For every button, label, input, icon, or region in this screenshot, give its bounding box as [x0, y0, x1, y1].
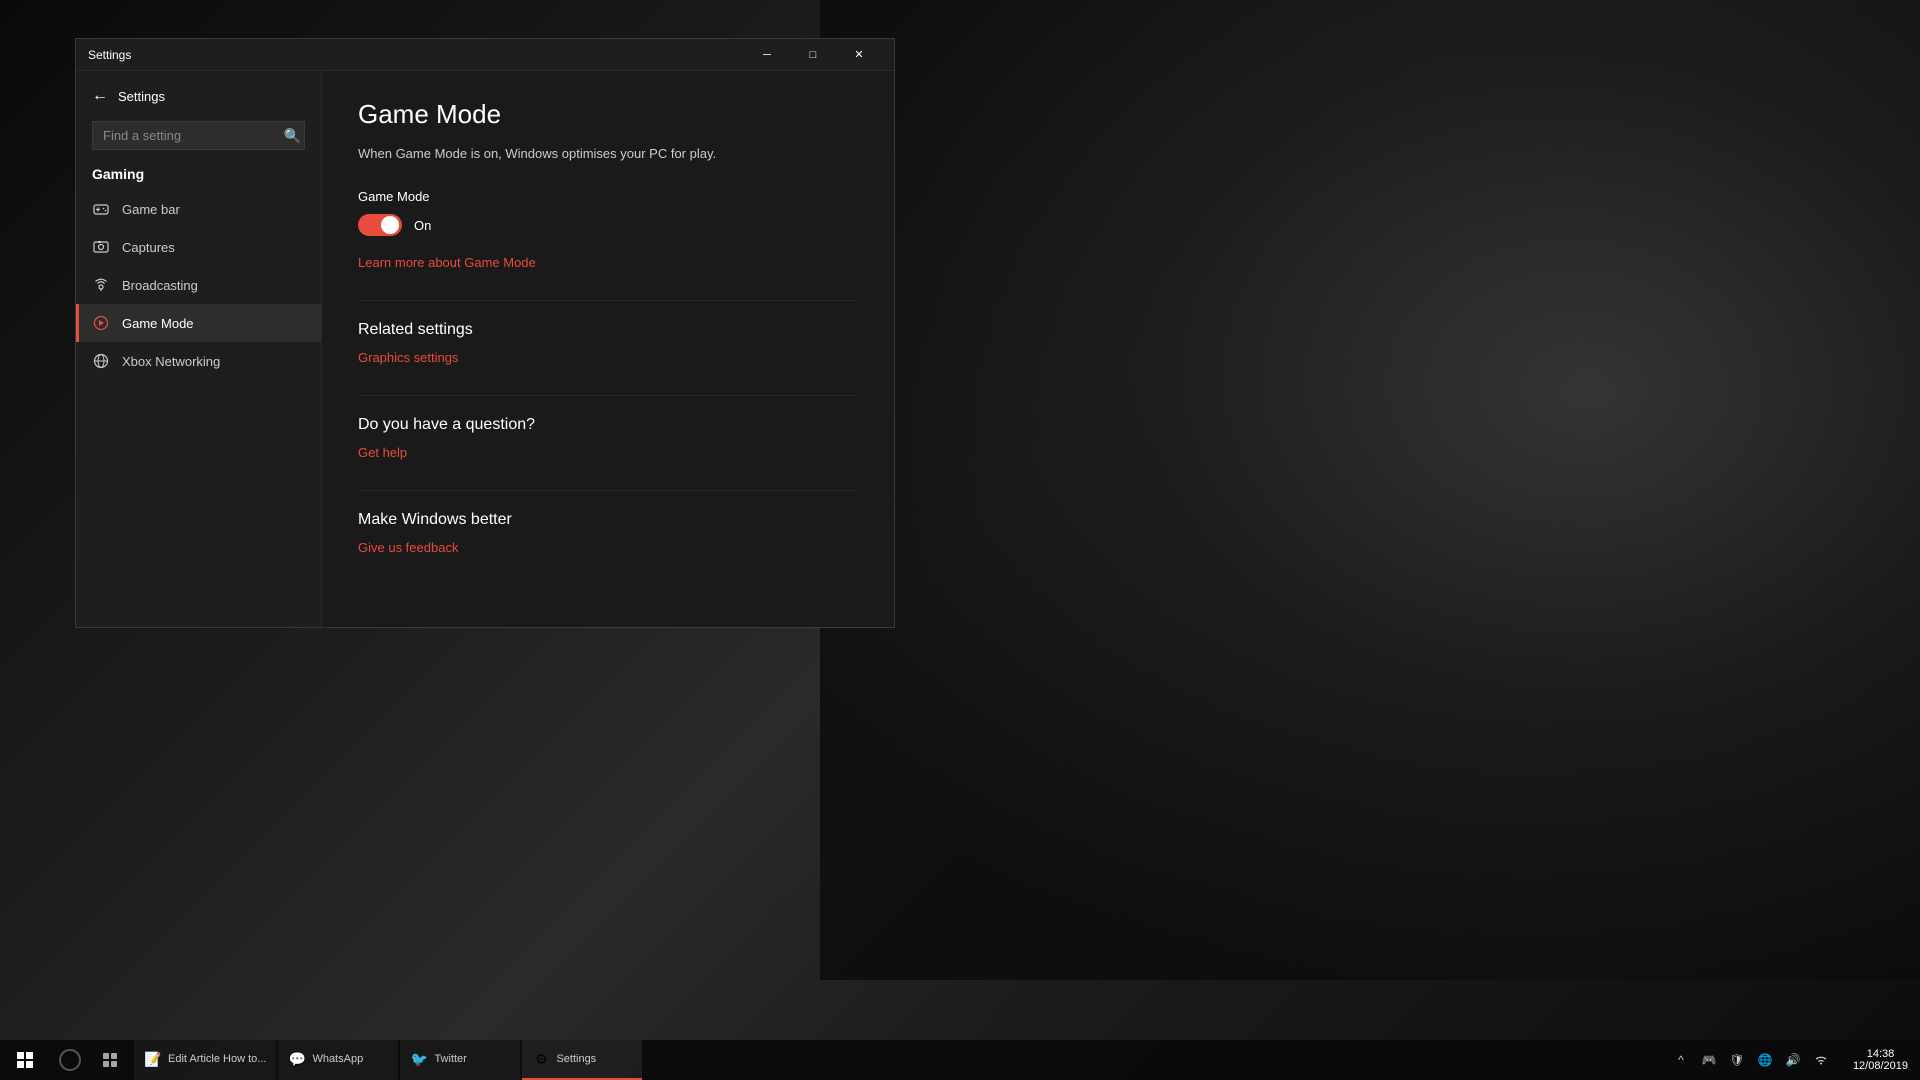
taskbar-app-whatsapp[interactable]: 💬 WhatsApp [278, 1040, 398, 1080]
sidebar-item-captures[interactable]: Captures [76, 228, 321, 266]
search-icon[interactable]: 🔍 [284, 127, 301, 144]
start-button[interactable] [0, 1040, 50, 1080]
tray-network-icon[interactable]: 🌐 [1753, 1040, 1777, 1080]
taskbar: 📝 Edit Article How to... 💬 WhatsApp 🐦 Tw… [0, 1040, 1920, 1080]
sidebar: ← Settings 🔍 Gaming [76, 71, 321, 627]
settings-icon: ⚙ [532, 1050, 550, 1068]
sidebar-home-label: Settings [118, 89, 165, 104]
back-arrow-icon: ← [92, 87, 108, 105]
minimize-button[interactable]: ─ [744, 39, 790, 71]
sidebar-section-label: Gaming [76, 158, 321, 190]
taskbar-app-twitter-label: Twitter [434, 1053, 466, 1065]
divider-1 [358, 300, 858, 301]
clock-time: 14:38 [1867, 1048, 1895, 1060]
taskbar-app-edit-article-label: Edit Article How to... [168, 1053, 266, 1065]
toggle-on-label: On [414, 218, 431, 233]
game-mode-label: Game Mode [358, 189, 858, 204]
page-subtitle: When Game Mode is on, Windows optimises … [358, 146, 858, 161]
search-input[interactable] [92, 121, 305, 150]
captures-icon [92, 238, 110, 256]
maximize-button[interactable]: □ [790, 39, 836, 71]
taskbar-app-edit-article[interactable]: 📝 Edit Article How to... [134, 1040, 276, 1080]
taskbar-app-twitter[interactable]: 🐦 Twitter [400, 1040, 520, 1080]
tray-xbox-icon[interactable]: 🎮 [1697, 1040, 1721, 1080]
taskbar-app-settings-label: Settings [556, 1053, 596, 1065]
settings-window: Settings ─ □ ✕ ← Settings 🔍 Gaming [75, 38, 895, 628]
page-title: Game Mode [358, 99, 858, 130]
broadcasting-icon [92, 276, 110, 294]
cortana-button[interactable] [50, 1040, 90, 1080]
sidebar-item-game-bar[interactable]: Game bar [76, 190, 321, 228]
cortana-circle-icon [59, 1049, 81, 1071]
question-group: Do you have a question? Get help [358, 416, 858, 462]
tray-security-icon[interactable]: 🛡 [1725, 1040, 1749, 1080]
game-mode-icon [92, 314, 110, 332]
sidebar-item-game-bar-label: Game bar [122, 202, 180, 217]
toggle-row: On [358, 214, 858, 236]
main-content: Game Mode When Game Mode is on, Windows … [321, 71, 894, 627]
tray-wifi-icon[interactable] [1809, 1040, 1833, 1080]
tray-chevron[interactable]: ^ [1669, 1040, 1693, 1080]
give-feedback-link[interactable]: Give us feedback [358, 540, 458, 555]
search-container: 🔍 [76, 113, 321, 158]
feedback-title: Make Windows better [358, 511, 858, 529]
windows-logo-icon [17, 1052, 33, 1068]
toggle-thumb [381, 216, 399, 234]
tray-volume-icon[interactable]: 🔊 [1781, 1040, 1805, 1080]
whatsapp-icon: 💬 [288, 1050, 306, 1068]
learn-more-link[interactable]: Learn more about Game Mode [358, 255, 536, 270]
sidebar-item-broadcasting-label: Broadcasting [122, 278, 198, 293]
get-help-link[interactable]: Get help [358, 445, 407, 460]
window-body: ← Settings 🔍 Gaming [76, 71, 894, 627]
sidebar-item-game-mode-label: Game Mode [122, 316, 194, 331]
related-settings-title: Related settings [358, 321, 858, 339]
game-mode-toggle[interactable] [358, 214, 402, 236]
taskbar-clock[interactable]: 14:38 12/08/2019 [1841, 1040, 1920, 1080]
system-tray: ^ 🎮 🛡 🌐 🔊 [1661, 1040, 1841, 1080]
taskbar-app-whatsapp-label: WhatsApp [312, 1053, 363, 1065]
close-button[interactable]: ✕ [836, 39, 882, 71]
task-view-button[interactable] [90, 1040, 130, 1080]
title-bar: Settings ─ □ ✕ [76, 39, 894, 71]
divider-2 [358, 395, 858, 396]
sidebar-item-broadcasting[interactable]: Broadcasting [76, 266, 321, 304]
question-title: Do you have a question? [358, 416, 858, 434]
xbox-networking-icon [92, 352, 110, 370]
clock-date: 12/08/2019 [1853, 1060, 1908, 1072]
game-mode-setting-group: Game Mode On Learn more about Game Mode [358, 189, 858, 272]
feedback-group: Make Windows better Give us feedback [358, 511, 858, 557]
back-button[interactable]: ← Settings [76, 79, 321, 113]
sidebar-item-game-mode[interactable]: Game Mode [76, 304, 321, 342]
taskbar-app-settings[interactable]: ⚙ Settings [522, 1040, 642, 1080]
related-settings-group: Related settings Graphics settings [358, 321, 858, 367]
divider-3 [358, 490, 858, 491]
edit-article-icon: 📝 [144, 1050, 162, 1068]
sidebar-item-captures-label: Captures [122, 240, 175, 255]
window-title: Settings [88, 48, 744, 62]
taskbar-apps: 📝 Edit Article How to... 💬 WhatsApp 🐦 Tw… [130, 1040, 1661, 1080]
graphics-settings-link[interactable]: Graphics settings [358, 350, 458, 365]
game-bar-icon [92, 200, 110, 218]
twitter-icon: 🐦 [410, 1050, 428, 1068]
window-controls: ─ □ ✕ [744, 39, 882, 71]
sidebar-item-xbox-networking[interactable]: Xbox Networking [76, 342, 321, 380]
sidebar-item-xbox-networking-label: Xbox Networking [122, 354, 220, 369]
